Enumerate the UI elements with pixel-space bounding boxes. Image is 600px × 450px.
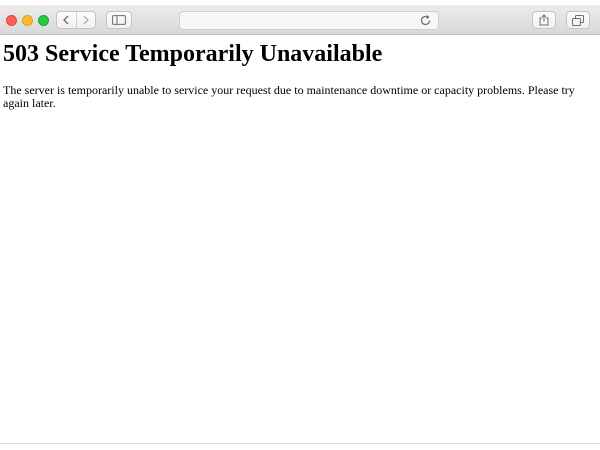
reload-icon[interactable] bbox=[419, 14, 432, 27]
error-message: The server is temporarily unable to serv… bbox=[3, 83, 575, 110]
tabs-overview-button[interactable] bbox=[566, 11, 590, 29]
browser-toolbar bbox=[0, 5, 600, 35]
share-icon bbox=[539, 14, 549, 26]
maximize-window-button[interactable] bbox=[38, 15, 49, 26]
error-heading: 503 Service Temporarily Unavailable bbox=[3, 41, 383, 67]
window-bottom-divider bbox=[0, 443, 600, 444]
browser-window: 503 Service Temporarily Unavailable The … bbox=[0, 0, 600, 450]
share-button[interactable] bbox=[532, 11, 556, 29]
forward-button[interactable] bbox=[75, 12, 96, 28]
back-button[interactable] bbox=[57, 12, 76, 28]
chevron-right-icon bbox=[82, 15, 90, 25]
navigation-buttons bbox=[56, 11, 96, 29]
chevron-left-icon bbox=[62, 15, 70, 25]
page-content: 503 Service Temporarily Unavailable The … bbox=[0, 35, 600, 443]
sidebar-button[interactable] bbox=[106, 11, 132, 29]
sidebar-icon bbox=[112, 15, 126, 25]
tabs-overview-icon bbox=[572, 14, 584, 26]
minimize-window-button[interactable] bbox=[22, 15, 33, 26]
address-bar[interactable] bbox=[179, 11, 439, 30]
close-window-button[interactable] bbox=[6, 15, 17, 26]
